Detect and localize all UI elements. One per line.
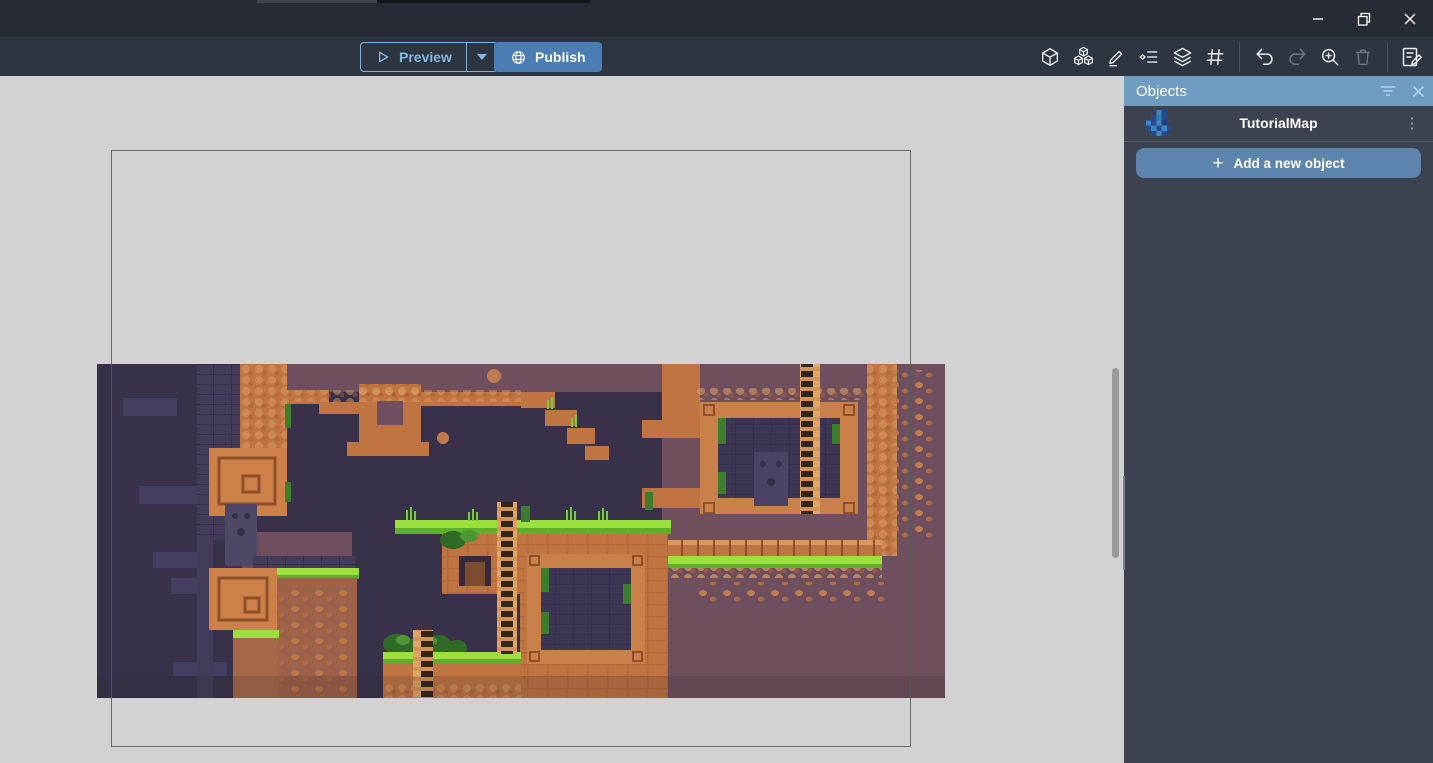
toolbar-divider [1387,42,1388,72]
objects-panel: Objects Tutorial [1124,76,1433,763]
preview-label: Preview [399,49,452,65]
tilemap-instance[interactable] [97,364,945,698]
objects-panel-title: Objects [1124,83,1373,100]
notebook-pencil-icon [1400,45,1424,69]
object-name: TutorialMap [1124,115,1433,131]
zoom-in-icon [1319,46,1341,68]
instances-list-icon [1138,46,1160,68]
editor-toolbar: Preview Publish [0,37,1433,76]
minimize-button[interactable] [1295,0,1341,37]
cube-icon [1039,46,1061,68]
title-bar [0,0,1433,37]
add-object-label: Add a new object [1234,156,1345,171]
edit-mode-button[interactable] [1103,44,1129,70]
redo-button[interactable] [1284,44,1310,70]
tab-strip-fragment-dark [377,0,590,3]
close-panel-button[interactable] [1403,76,1433,106]
publish-label: Publish [535,49,586,65]
window-controls [1295,0,1433,37]
redo-icon [1286,45,1309,68]
objects-panel-button[interactable] [1037,44,1063,70]
preview-dropdown-button[interactable] [466,43,497,71]
plus-icon: + [1212,154,1223,173]
scene-properties-button[interactable] [1399,44,1425,70]
preview-button-group: Preview [360,42,498,72]
preview-button[interactable]: Preview [361,43,466,71]
filter-icon [1380,85,1396,97]
grid-icon [1204,46,1226,68]
undo-icon [1253,45,1276,68]
object-menu-button[interactable]: ⋮ [1401,110,1423,136]
layers-button[interactable] [1169,44,1195,70]
globe-icon [510,49,527,66]
restore-icon [1354,9,1374,29]
scene-editor-canvas[interactable] [0,76,1124,763]
tab-strip-fragment [257,0,377,3]
canvas-vertical-scrollbar[interactable] [1112,368,1119,558]
grid-button[interactable] [1202,44,1228,70]
undo-button[interactable] [1251,44,1277,70]
object-groups-button[interactable] [1070,44,1096,70]
play-icon [375,49,391,65]
object-list-item-tutorialmap[interactable]: TutorialMap ⋮ [1124,106,1433,140]
close-icon [1400,9,1420,29]
add-new-object-button[interactable]: + Add a new object [1136,148,1421,178]
layers-icon [1171,45,1194,68]
restore-button[interactable] [1341,0,1387,37]
object-groups-icon [1072,45,1095,68]
toolbar-divider [1239,42,1240,72]
publish-button[interactable]: Publish [494,42,602,72]
instances-list-button[interactable] [1136,44,1162,70]
zoom-in-button[interactable] [1317,44,1343,70]
kebab-menu-icon: ⋮ [1405,114,1420,132]
trash-icon [1352,46,1374,68]
objects-panel-header: Objects [1124,76,1433,106]
panel-resize-handle[interactable] [1123,476,1125,570]
filter-button[interactable] [1373,76,1403,106]
pencil-icon [1105,46,1127,68]
minimize-icon [1308,9,1328,29]
toolbar-right-icons [1037,37,1425,76]
close-button[interactable] [1387,0,1433,37]
delete-button[interactable] [1350,44,1376,70]
close-icon [1412,85,1425,98]
chevron-down-icon [477,54,487,60]
panel-divider [1124,141,1433,142]
